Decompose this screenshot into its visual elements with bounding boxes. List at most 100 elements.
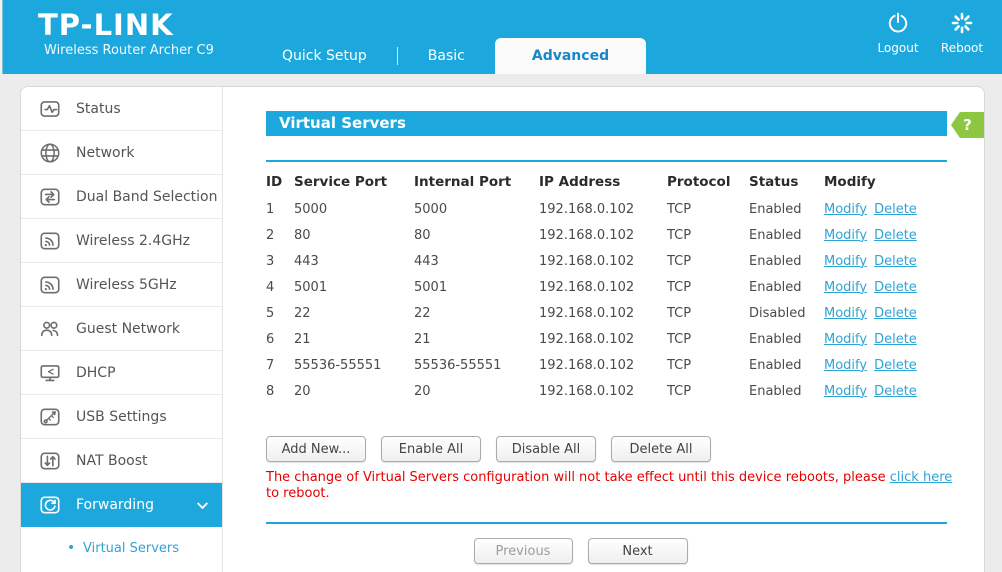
status-icon [38, 97, 62, 121]
table-header-row: ID Service Port Internal Port IP Address… [266, 168, 944, 196]
sidebar-item-wireless-5ghz[interactable]: Wireless 5GHz [21, 263, 222, 307]
reboot-label: Reboot [941, 41, 983, 55]
logout-button[interactable]: Logout [874, 11, 922, 55]
cell-ip: 192.168.0.102 [539, 378, 667, 404]
cell-status: Enabled [749, 378, 824, 404]
forwarding-icon [38, 493, 62, 517]
cell-protocol: TCP [667, 222, 749, 248]
add-new-button[interactable]: Add New... [266, 436, 366, 462]
cell-status: Enabled [749, 274, 824, 300]
help-button[interactable]: ? [951, 112, 984, 138]
tab-basic[interactable]: Basic [398, 38, 495, 74]
previous-button[interactable]: Previous [474, 538, 573, 564]
wifi-icon [38, 229, 62, 253]
sidebar-item-network[interactable]: Network [21, 131, 222, 175]
main-content: Virtual Servers ? ID Service Port Intern… [223, 87, 984, 572]
table-row: 3 443 443 192.168.0.102 TCP Enabled Modi… [266, 248, 944, 274]
divider [266, 160, 947, 162]
cell-service-port: 5001 [294, 274, 414, 300]
sidebar-item-guest-network[interactable]: Guest Network [21, 307, 222, 351]
enable-all-button[interactable]: Enable All [381, 436, 481, 462]
modify-link[interactable]: Modify [824, 332, 867, 347]
tab-quick-setup[interactable]: Quick Setup [252, 38, 397, 74]
reboot-warning: The change of Virtual Servers configurat… [266, 470, 954, 502]
content-card: Status Network Dual Band Selection [20, 86, 985, 572]
sidebar-item-wireless-24ghz[interactable]: Wireless 2.4GHz [21, 219, 222, 263]
cell-id: 4 [266, 274, 294, 300]
cell-internal-port: 5000 [414, 196, 539, 222]
sidebar-item-label: NAT Boost [76, 453, 147, 469]
sidebar-subitem-virtual-servers[interactable]: Virtual Servers [21, 527, 222, 569]
wifi-icon [38, 273, 62, 297]
delete-all-button[interactable]: Delete All [611, 436, 711, 462]
warning-text: The change of Virtual Servers configurat… [266, 470, 890, 485]
cell-ip: 192.168.0.102 [539, 300, 667, 326]
sidebar-item-dual-band-selection[interactable]: Dual Band Selection [21, 175, 222, 219]
delete-link[interactable]: Delete [874, 254, 917, 269]
cell-status: Disabled [749, 300, 824, 326]
cell-id: 2 [266, 222, 294, 248]
sidebar-item-nat-boost[interactable]: NAT Boost [21, 439, 222, 483]
table-row: 6 21 21 192.168.0.102 TCP Enabled Modify… [266, 326, 944, 352]
page-title: Virtual Servers [266, 111, 947, 136]
sidebar-item-label: USB Settings [76, 409, 167, 425]
cell-protocol: TCP [667, 378, 749, 404]
modify-link[interactable]: Modify [824, 384, 867, 399]
delete-link[interactable]: Delete [874, 202, 917, 217]
cell-service-port: 21 [294, 326, 414, 352]
sidebar-item-label: DHCP [76, 365, 116, 381]
cell-id: 6 [266, 326, 294, 352]
delete-link[interactable]: Delete [874, 228, 917, 243]
modify-link[interactable]: Modify [824, 306, 867, 321]
reboot-button[interactable]: Reboot [938, 11, 986, 55]
sidebar-item-usb-settings[interactable]: USB Settings [21, 395, 222, 439]
cell-protocol: TCP [667, 196, 749, 222]
delete-link[interactable]: Delete [874, 384, 917, 399]
cell-status: Enabled [749, 352, 824, 378]
cell-status: Enabled [749, 196, 824, 222]
warning-text: to reboot. [266, 486, 330, 501]
nat-boost-icon [38, 449, 62, 473]
cell-protocol: TCP [667, 326, 749, 352]
delete-link[interactable]: Delete [874, 358, 917, 373]
cell-service-port: 22 [294, 300, 414, 326]
brand-logo: TP-LINK [38, 9, 214, 41]
cell-ip: 192.168.0.102 [539, 196, 667, 222]
cell-internal-port: 5001 [414, 274, 539, 300]
modify-link[interactable]: Modify [824, 254, 867, 269]
table-row: 2 80 80 192.168.0.102 TCP Enabled Modify… [266, 222, 944, 248]
sidebar-item-forwarding[interactable]: Forwarding [21, 483, 222, 527]
modify-link[interactable]: Modify [824, 280, 867, 295]
page: TP-LINK Wireless Router Archer C9 Quick … [0, 0, 1002, 572]
sidebar-item-label: Wireless 2.4GHz [76, 233, 190, 249]
next-button[interactable]: Next [588, 538, 688, 564]
delete-link[interactable]: Delete [874, 332, 917, 347]
table-row: 4 5001 5001 192.168.0.102 TCP Enabled Mo… [266, 274, 944, 300]
delete-link[interactable]: Delete [874, 280, 917, 295]
modify-link[interactable]: Modify [824, 358, 867, 373]
modify-link[interactable]: Modify [824, 202, 867, 217]
sidebar-item-dhcp[interactable]: DHCP [21, 351, 222, 395]
sidebar-item-label: Dual Band Selection [76, 189, 217, 205]
col-status: Status [749, 168, 824, 196]
modify-link[interactable]: Modify [824, 228, 867, 243]
cell-status: Enabled [749, 326, 824, 352]
sidebar: Status Network Dual Band Selection [21, 87, 223, 572]
cell-internal-port: 20 [414, 378, 539, 404]
reboot-icon [950, 11, 974, 38]
cell-internal-port: 80 [414, 222, 539, 248]
click-here-link[interactable]: click here [890, 470, 952, 485]
cell-ip: 192.168.0.102 [539, 274, 667, 300]
sidebar-item-label: Guest Network [76, 321, 180, 337]
tab-advanced[interactable]: Advanced [495, 38, 646, 74]
cell-service-port: 20 [294, 378, 414, 404]
usb-icon [38, 405, 62, 429]
virtual-servers-table: ID Service Port Internal Port IP Address… [266, 168, 944, 404]
delete-link[interactable]: Delete [874, 306, 917, 321]
app-header: TP-LINK Wireless Router Archer C9 Quick … [0, 0, 1002, 74]
disable-all-button[interactable]: Disable All [496, 436, 596, 462]
guest-network-icon [38, 317, 62, 341]
window-edge [0, 0, 3, 74]
sidebar-item-status[interactable]: Status [21, 87, 222, 131]
table-row: 5 22 22 192.168.0.102 TCP Disabled Modif… [266, 300, 944, 326]
